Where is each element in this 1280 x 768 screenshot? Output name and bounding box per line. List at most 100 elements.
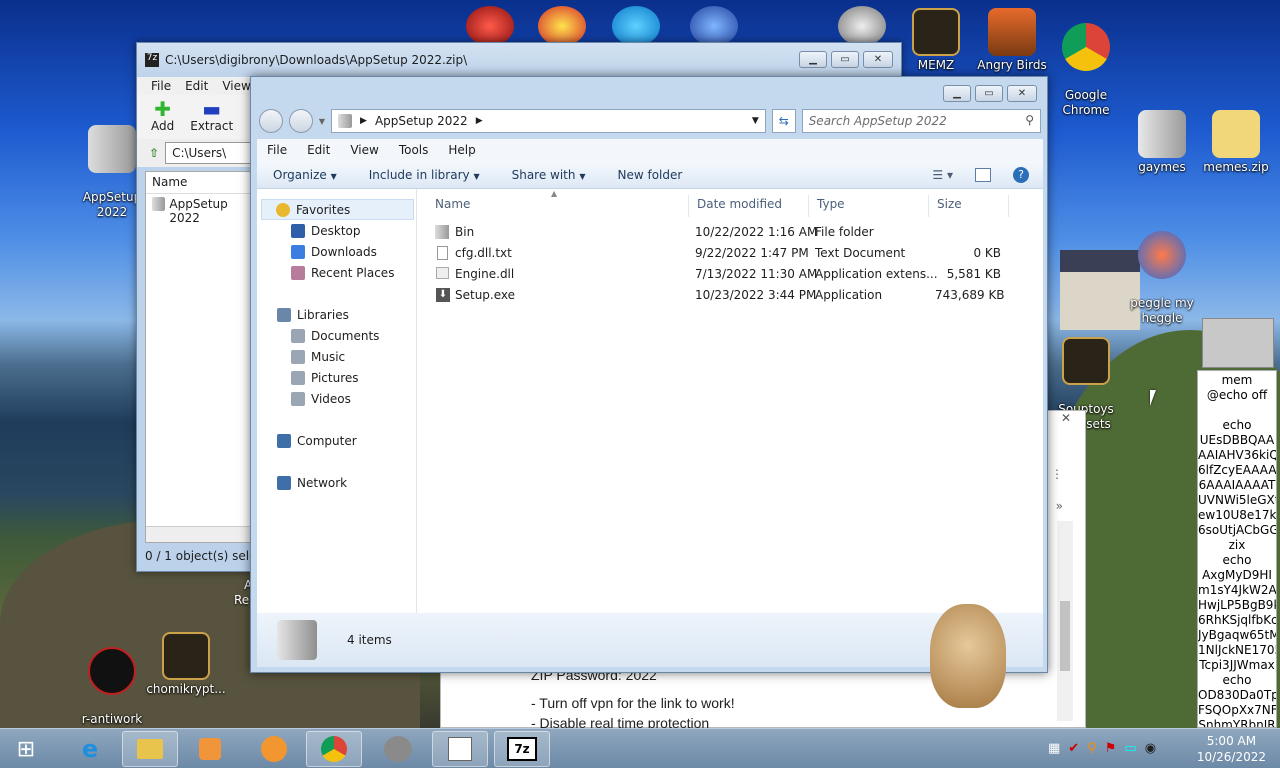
file-list[interactable]: Name ▲ Date modified Type Size Bin 10/22… [417, 189, 1043, 613]
hamster-mascot[interactable] [930, 604, 1006, 708]
taskbar-7zip[interactable]: 7z [494, 731, 550, 767]
red-app-icon[interactable] [466, 6, 514, 46]
skype-icon[interactable] [612, 6, 660, 46]
chevron-right-icon[interactable]: ▶ [476, 116, 483, 126]
scrollbar-thumb[interactable] [1060, 601, 1070, 671]
address-input[interactable]: ▶ AppSetup 2022 ▶ ▼ [331, 109, 766, 133]
column-name[interactable]: Name [146, 172, 264, 194]
search-input[interactable]: Search AppSetup 2022 ⚲ [801, 109, 1042, 133]
menu-edit[interactable]: Edit [185, 79, 208, 93]
nav-favorites[interactable]: Favorites [261, 199, 414, 220]
nav-documents[interactable]: Documents [257, 325, 416, 346]
desktop-icon-peggle[interactable]: peggle my heggle [1122, 216, 1202, 326]
add-button[interactable]: ✚ Add [151, 99, 174, 139]
maximize-button[interactable]: ▭ [831, 51, 859, 68]
taskbar-explorer[interactable] [122, 731, 178, 767]
explorer-window[interactable]: ▁ ▭ ✕ ▼ ▶ AppSetup 2022 ▶ ▼ ⇆ Search App… [250, 76, 1048, 673]
maximize-button[interactable]: ▭ [975, 85, 1003, 102]
taskbar-notepad[interactable] [432, 731, 488, 767]
mouse-cursor [1150, 390, 1156, 406]
archive-list[interactable]: Name AppSetup 2022 [145, 171, 265, 543]
text-file-window[interactable]: mem @echo off echo UEsDBBQAA AAIAHV36kiQ 6lf… [1197, 370, 1277, 728]
menu-view[interactable]: View [222, 79, 250, 93]
menu-help[interactable]: Help [438, 143, 485, 157]
preview-pane-icon[interactable] [975, 167, 991, 182]
tray-monitor-icon[interactable]: ▭ [1124, 741, 1136, 756]
nav-downloads[interactable]: Downloads [257, 241, 416, 262]
up-folder-icon[interactable]: ⇧ [149, 146, 159, 160]
address-input[interactable]: C:\Users\ [165, 142, 256, 164]
more-options-icon[interactable]: ⋮ [1051, 467, 1063, 481]
tray-network-icon[interactable]: ▦ [1048, 741, 1060, 756]
back-button[interactable] [259, 109, 283, 133]
extract-button[interactable]: ▬ Extract [190, 99, 233, 139]
nav-recent-places[interactable]: Recent Places [257, 262, 416, 283]
file-row-cfg[interactable]: cfg.dll.txt 9/22/2022 1:47 PM Text Docum… [435, 244, 1035, 265]
bird-app-icon[interactable] [690, 6, 738, 46]
refresh-button[interactable]: ⇆ [771, 109, 796, 133]
nav-pictures[interactable]: Pictures [257, 367, 416, 388]
path-segment[interactable]: AppSetup 2022 [375, 114, 468, 128]
tray-volume-icon[interactable]: ◉ [1145, 741, 1156, 756]
horizontal-scrollbar[interactable] [146, 526, 264, 542]
list-item[interactable]: AppSetup 2022 [146, 194, 264, 228]
taskbar-media-player[interactable] [182, 731, 238, 767]
chevron-right-icon: ▶ [360, 116, 367, 126]
taskbar-app[interactable] [246, 731, 302, 767]
close-icon[interactable]: ✕ [1055, 411, 1077, 427]
recent-pages-icon[interactable]: ▼ [319, 117, 325, 126]
column-size[interactable]: Size [929, 195, 1009, 217]
column-date-modified[interactable]: Date modified [689, 195, 809, 217]
scrollbar[interactable] [1057, 521, 1073, 721]
file-row-bin[interactable]: Bin 10/22/2022 1:16 AM File folder [435, 223, 1035, 244]
desktop-icon-memes-zip[interactable]: memes.zip [1196, 110, 1276, 175]
nav-network[interactable]: Network [257, 472, 416, 493]
p-app-icon[interactable] [538, 6, 586, 46]
desktop-icon-chrome[interactable]: Google Chrome [1046, 8, 1126, 118]
desktop-icon-chomikrypt[interactable]: chomikrypt... [146, 632, 226, 697]
column-type[interactable]: Type [809, 195, 929, 217]
file-row-engine[interactable]: Engine.dll 7/13/2022 11:30 AM Applicatio… [435, 265, 1035, 286]
menu-file[interactable]: File [151, 79, 171, 93]
nav-videos[interactable]: Videos [257, 388, 416, 409]
tray-app-icon[interactable]: ✔ [1068, 741, 1079, 756]
new-folder-button[interactable]: New folder [601, 168, 698, 182]
view-options-icon[interactable]: ☰ ▾ [932, 168, 953, 182]
taskbar-film-app[interactable] [370, 731, 426, 767]
close-button[interactable]: ✕ [863, 51, 893, 68]
flash-icon[interactable] [838, 6, 886, 46]
menu-file[interactable]: File [257, 143, 297, 157]
navigation-pane[interactable]: Favorites Desktop Downloads Recent Place… [257, 189, 417, 613]
minimize-button[interactable]: ▁ [799, 51, 827, 68]
nav-computer[interactable]: Computer [257, 430, 416, 451]
desktop-icon-angry-birds[interactable]: Angry Birds [972, 8, 1052, 73]
taskbar-ie[interactable]: e [62, 731, 118, 767]
organize-button[interactable]: Organize ▼ [257, 168, 353, 182]
menu-view[interactable]: View [340, 143, 388, 157]
desktop-icon-r-antiwork[interactable]: r-antiwork paradise [72, 632, 152, 728]
chevron-right-icon[interactable]: » [1056, 499, 1063, 513]
clock[interactable]: 5:00 AM 10/26/2022 [1197, 733, 1266, 765]
tray-flag-icon[interactable]: ⚑ [1105, 741, 1117, 756]
tray-search-icon[interactable]: ⚲ [1087, 741, 1097, 756]
mem-file-icon[interactable] [1202, 318, 1274, 368]
file-row-setup[interactable]: ⬇ Setup.exe 10/23/2022 3:44 PM Applicati… [435, 286, 1035, 307]
desktop-icon-memz[interactable]: MEMZ [896, 8, 976, 73]
menu-tools[interactable]: Tools [389, 143, 439, 157]
close-button[interactable]: ✕ [1007, 85, 1037, 102]
desktop-icon-gaymes[interactable]: gaymes [1122, 110, 1202, 175]
share-with-button[interactable]: Share with ▼ [496, 168, 602, 182]
title-bar[interactable]: 7z C:\Users\digibrony\Downloads\AppSetup… [137, 43, 901, 77]
help-icon[interactable]: ? [1013, 166, 1029, 183]
menu-edit[interactable]: Edit [297, 143, 340, 157]
forward-button[interactable] [288, 109, 313, 133]
nav-desktop[interactable]: Desktop [257, 220, 416, 241]
column-name[interactable]: Name [427, 195, 689, 217]
include-in-library-button[interactable]: Include in library ▼ [353, 168, 496, 182]
taskbar-chrome[interactable] [306, 731, 362, 767]
minimize-button[interactable]: ▁ [943, 85, 971, 102]
start-button[interactable]: ⊞ [0, 731, 52, 767]
nav-music[interactable]: Music [257, 346, 416, 367]
chevron-down-icon[interactable]: ▼ [752, 116, 759, 126]
nav-libraries[interactable]: Libraries [257, 304, 416, 325]
